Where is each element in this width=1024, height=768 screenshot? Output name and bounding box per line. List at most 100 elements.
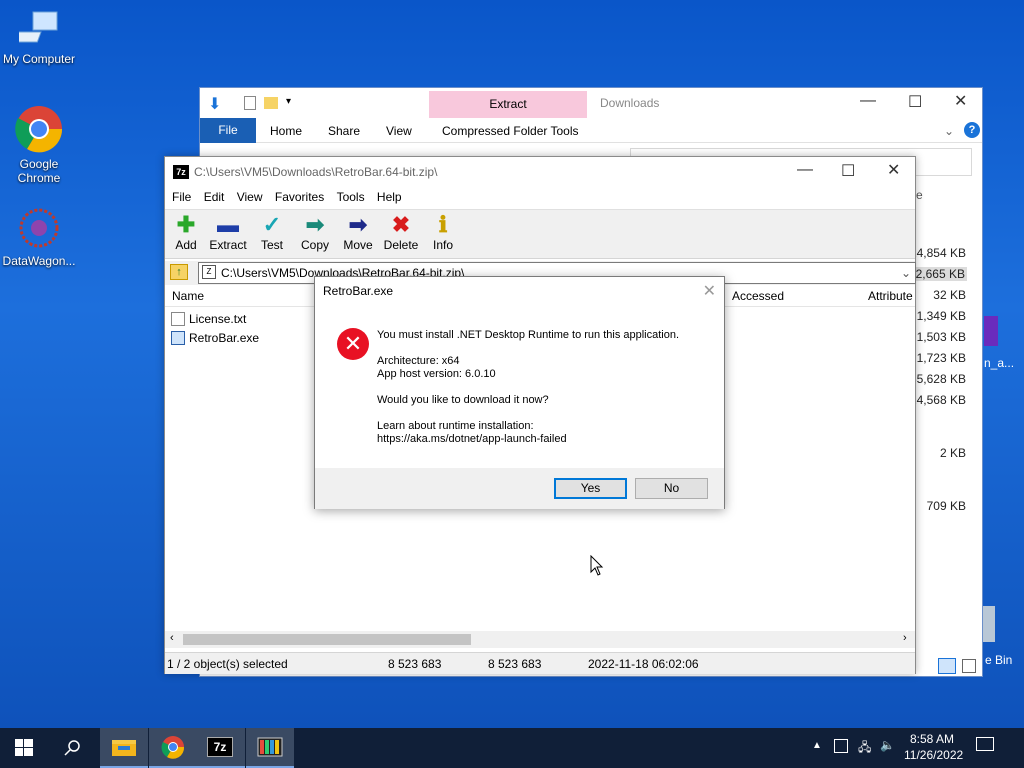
size-column-header: e xyxy=(916,188,923,202)
menu-edit[interactable]: Edit xyxy=(204,187,225,207)
move-label: Move xyxy=(343,238,373,252)
dialog-message-line: Would you like to download it now? xyxy=(377,394,549,406)
notifications-icon[interactable] xyxy=(976,737,994,751)
menu-help[interactable]: Help xyxy=(377,187,402,207)
info-label: Info xyxy=(432,238,453,252)
info-button[interactable]: ℹ Info xyxy=(422,212,464,252)
desktop-icon-my-computer[interactable]: My Computer xyxy=(0,10,78,66)
taskbar-7zip[interactable]: 7z xyxy=(197,728,245,768)
maximize-icon[interactable]: ☐ xyxy=(908,92,922,112)
volume-icon[interactable]: 🔈 xyxy=(880,738,895,752)
zip-archive-icon: Z xyxy=(202,265,216,279)
error-dialog[interactable]: RetroBar.exe ✕ ✕ You must install .NET D… xyxy=(314,276,725,509)
size-value: 24,568 KB xyxy=(909,393,966,407)
maximize-icon[interactable]: ☐ xyxy=(841,161,855,181)
properties-icon[interactable] xyxy=(244,96,256,110)
chevron-down-icon[interactable]: ⌄ xyxy=(901,263,911,283)
taskbar-chrome[interactable] xyxy=(149,728,197,768)
ribbon-tabs: Home Share View Compressed Folder Tools … xyxy=(200,118,982,143)
yes-button[interactable]: Yes xyxy=(554,478,627,499)
taskbar: 7z ▲ 🖧 🔈 8:58 AM 11/26/2022 xyxy=(0,728,1024,768)
dropdown-icon[interactable]: ▾ xyxy=(286,96,291,107)
column-accessed[interactable]: Accessed xyxy=(732,289,784,303)
tab-compressed-folder-tools[interactable]: Compressed Folder Tools xyxy=(442,124,579,138)
recycle-bin-icon[interactable] xyxy=(983,606,995,642)
extract-button[interactable]: ▬ Extract xyxy=(207,212,249,252)
move-icon: ➡ xyxy=(348,212,368,237)
add-button[interactable]: ✚ Add xyxy=(165,212,207,252)
file-name: License.txt xyxy=(189,312,247,326)
test-icon: ✓ xyxy=(262,212,282,237)
add-icon: ✚ xyxy=(176,212,196,237)
tab-home[interactable]: Home xyxy=(270,124,302,138)
folder-icon[interactable] xyxy=(264,97,278,109)
tab-extract-contextual[interactable]: Extract xyxy=(429,91,587,118)
chrome-icon xyxy=(161,736,185,759)
desktop-icon-datawagon[interactable]: DataWagon... xyxy=(0,206,78,268)
start-button[interactable] xyxy=(0,728,48,768)
chevron-down-icon[interactable]: ⌄ xyxy=(944,124,954,138)
down-arrow-icon[interactable]: ⬇ xyxy=(208,94,221,114)
scroll-left-icon[interactable]: ‹ xyxy=(170,632,174,644)
tab-view[interactable]: View xyxy=(386,124,412,138)
close-icon[interactable]: ✕ xyxy=(887,160,900,180)
size-value: 1,349 KB xyxy=(916,309,966,323)
taskbar-explorer[interactable] xyxy=(100,728,148,768)
7zip-icon: 7z xyxy=(207,737,233,757)
status-selected: 1 / 2 object(s) selected xyxy=(167,657,288,671)
close-icon[interactable]: ✕ xyxy=(703,281,716,301)
minimize-icon[interactable]: — xyxy=(797,161,813,179)
tab-share[interactable]: Share xyxy=(328,124,360,138)
copy-button[interactable]: ➡ Copy xyxy=(294,212,336,252)
move-button[interactable]: ➡ Move xyxy=(337,212,379,252)
show-hidden-icons-icon[interactable]: ▲ xyxy=(812,740,822,751)
menu-file[interactable]: File xyxy=(172,187,191,207)
horizontal-scrollbar[interactable]: ‹ › xyxy=(165,631,915,648)
size-value: 1,503 KB xyxy=(916,330,966,344)
minimize-icon[interactable]: — xyxy=(860,92,876,110)
close-icon[interactable]: ✕ xyxy=(954,91,967,111)
dialog-message-line: App host version: 6.0.10 xyxy=(377,368,496,380)
computer-icon xyxy=(10,10,59,48)
windows-icon xyxy=(15,739,33,756)
desktop-partial-icon[interactable] xyxy=(984,316,998,346)
tray-app-icon[interactable] xyxy=(834,739,848,753)
window-title: Downloads xyxy=(600,96,660,110)
scrollbar-thumb[interactable] xyxy=(183,634,471,645)
folder-icon xyxy=(112,740,136,756)
taskbar-retrobar[interactable] xyxy=(246,728,294,768)
status-size: 8 523 683 xyxy=(388,657,442,671)
clock-time[interactable]: 8:58 AM xyxy=(910,732,954,746)
status-date: 2022-11-18 06:02:06 xyxy=(588,657,699,671)
clock-date[interactable]: 11/26/2022 xyxy=(904,748,963,762)
file-row[interactable]: License.txt xyxy=(171,310,246,328)
help-icon[interactable]: ? xyxy=(964,122,980,138)
test-button[interactable]: ✓ Test xyxy=(251,212,293,252)
delete-button[interactable]: ✖ Delete xyxy=(380,212,422,252)
error-icon: ✕ xyxy=(337,328,369,360)
large-icons-view-icon[interactable] xyxy=(962,659,976,673)
column-name[interactable]: Name xyxy=(172,289,204,303)
details-view-icon[interactable] xyxy=(938,658,956,674)
dialog-footer: Yes No xyxy=(315,468,724,509)
scroll-right-icon[interactable]: › xyxy=(903,632,907,644)
tab-file[interactable]: File xyxy=(200,118,256,143)
up-folder-icon[interactable]: ↑ xyxy=(170,264,188,280)
desktop-icon-label: My Computer xyxy=(2,52,76,66)
size-value: 1,723 KB xyxy=(916,351,966,365)
test-label: Test xyxy=(260,238,283,252)
size-value: 24,854 KB xyxy=(909,246,966,260)
menu-view[interactable]: View xyxy=(237,187,263,207)
file-row[interactable]: RetroBar.exe xyxy=(171,329,259,347)
network-icon[interactable]: 🖧 xyxy=(858,738,871,759)
title-bar[interactable]: 7z C:\Users\VM5\Downloads\RetroBar.64-bi… xyxy=(165,157,915,187)
menu-tools[interactable]: Tools xyxy=(337,187,365,207)
menu-favorites[interactable]: Favorites xyxy=(275,187,324,207)
desktop-icon-chrome[interactable]: Google Chrome xyxy=(0,105,78,185)
dialog-link: https://aka.ms/dotnet/app-launch-failed xyxy=(377,433,567,445)
extract-icon: ▬ xyxy=(217,212,239,237)
column-attributes[interactable]: Attribute xyxy=(868,289,913,303)
no-button[interactable]: No xyxy=(635,478,708,499)
search-button[interactable] xyxy=(48,728,96,768)
desktop-partial-label: n_a... xyxy=(984,356,1015,370)
